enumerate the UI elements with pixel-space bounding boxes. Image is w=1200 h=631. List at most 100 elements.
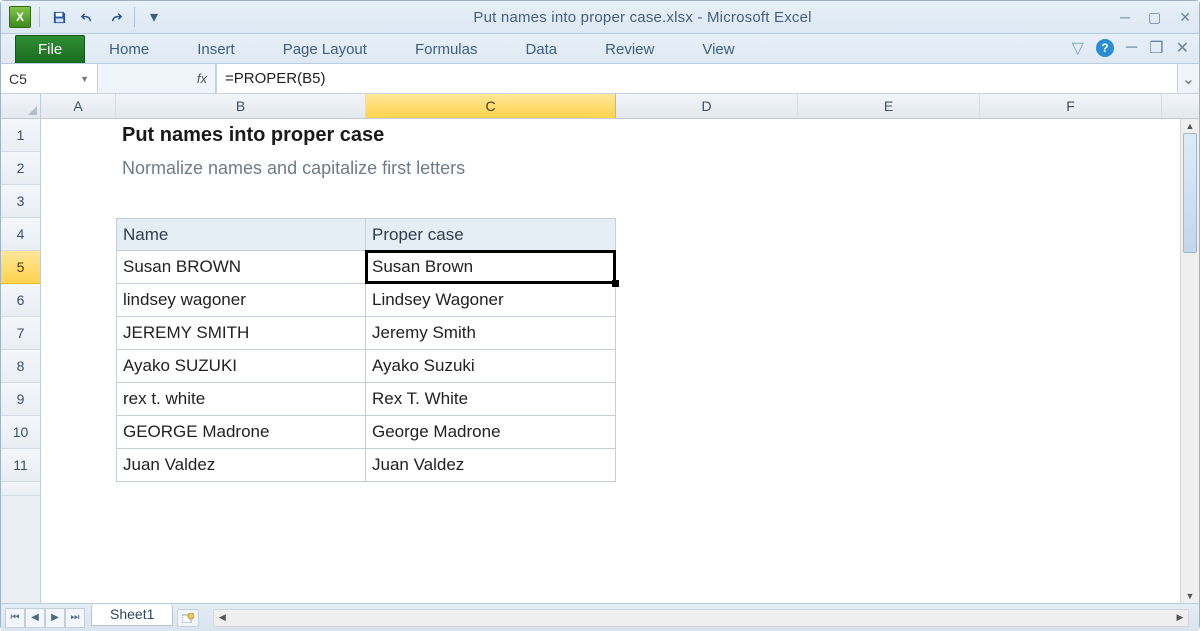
scroll-thumb[interactable]: [1183, 133, 1197, 253]
cell-A3[interactable]: [41, 185, 116, 218]
new-sheet-icon[interactable]: [177, 609, 199, 627]
row-header-6[interactable]: 6: [1, 284, 40, 317]
cell-C11[interactable]: Juan Valdez: [366, 449, 616, 482]
tab-page-layout[interactable]: Page Layout: [259, 36, 391, 63]
cell-B6[interactable]: lindsey wagoner: [116, 284, 366, 317]
cell-C9[interactable]: Rex T. White: [366, 383, 616, 416]
excel-app-icon[interactable]: X: [9, 6, 31, 28]
tab-data[interactable]: Data: [501, 36, 581, 63]
cell-B7[interactable]: JEREMY SMITH: [116, 317, 366, 350]
column-header-F[interactable]: F: [980, 94, 1162, 118]
column-header-C[interactable]: C: [366, 94, 616, 118]
cell-A9[interactable]: [41, 383, 116, 416]
row-header-3[interactable]: 3: [1, 185, 40, 218]
sheet-tab-active[interactable]: Sheet1: [91, 604, 173, 626]
vertical-scrollbar[interactable]: ▲ ▼: [1180, 119, 1199, 603]
cell-D2[interactable]: [616, 152, 798, 185]
cell-C5[interactable]: Susan Brown: [366, 251, 616, 284]
cell-F10[interactable]: [980, 416, 1162, 449]
cell-F1[interactable]: [980, 119, 1162, 152]
formula-expand-icon[interactable]: ⌄: [1177, 64, 1199, 93]
column-header-D[interactable]: D: [616, 94, 798, 118]
maximize-icon[interactable]: ▢: [1148, 9, 1161, 26]
cell-E7[interactable]: [798, 317, 980, 350]
sheet-last-icon[interactable]: ⏭: [65, 608, 85, 628]
cell-B4[interactable]: Name: [116, 218, 366, 251]
row-header-9[interactable]: 9: [1, 383, 40, 416]
column-header-E[interactable]: E: [798, 94, 980, 118]
tab-review[interactable]: Review: [581, 36, 678, 63]
window-restore-icon[interactable]: ❐: [1149, 38, 1163, 58]
cell-C7[interactable]: Jeremy Smith: [366, 317, 616, 350]
cell-C6[interactable]: Lindsey Wagoner: [366, 284, 616, 317]
tab-home[interactable]: Home: [85, 36, 173, 63]
cell-A6[interactable]: [41, 284, 116, 317]
cell-D10[interactable]: [616, 416, 798, 449]
sheet-first-icon[interactable]: ⏮: [5, 608, 25, 628]
fill-handle[interactable]: [612, 280, 619, 287]
cell-A1[interactable]: [41, 119, 116, 152]
redo-icon[interactable]: [104, 6, 126, 28]
close-icon[interactable]: ✕: [1179, 9, 1191, 26]
sheet-prev-icon[interactable]: ◀: [25, 608, 45, 628]
row-header-10[interactable]: 10: [1, 416, 40, 449]
cell-B5[interactable]: Susan BROWN: [116, 251, 366, 284]
cell-F11[interactable]: [980, 449, 1162, 482]
cell-A2[interactable]: [41, 152, 116, 185]
row-header-1[interactable]: 1: [1, 119, 40, 152]
cell-A11[interactable]: [41, 449, 116, 482]
cell-C10[interactable]: George Madrone: [366, 416, 616, 449]
cell-E6[interactable]: [798, 284, 980, 317]
cell-C2[interactable]: [366, 152, 616, 185]
cell-D11[interactable]: [616, 449, 798, 482]
cell-F4[interactable]: [980, 218, 1162, 251]
file-tab[interactable]: File: [15, 35, 85, 63]
cell-A7[interactable]: [41, 317, 116, 350]
cell-B11[interactable]: Juan Valdez: [116, 449, 366, 482]
cell-E4[interactable]: [798, 218, 980, 251]
tab-view[interactable]: View: [678, 36, 758, 63]
tab-formulas[interactable]: Formulas: [391, 36, 502, 63]
cell-E3[interactable]: [798, 185, 980, 218]
row-header-4[interactable]: 4: [1, 218, 40, 251]
row-header-8[interactable]: 8: [1, 350, 40, 383]
cell-C8[interactable]: Ayako Suzuki: [366, 350, 616, 383]
cell-F9[interactable]: [980, 383, 1162, 416]
cell-F7[interactable]: [980, 317, 1162, 350]
cell-D6[interactable]: [616, 284, 798, 317]
tab-insert[interactable]: Insert: [173, 36, 259, 63]
ribbon-minimize-icon[interactable]: ▽: [1072, 38, 1084, 58]
column-header-A[interactable]: A: [41, 94, 116, 118]
cell-F2[interactable]: [980, 152, 1162, 185]
cell-B9[interactable]: rex t. white: [116, 383, 366, 416]
cell-D4[interactable]: [616, 218, 798, 251]
window-close-icon[interactable]: ✕: [1176, 38, 1189, 58]
cell-D1[interactable]: [616, 119, 798, 152]
cell-D8[interactable]: [616, 350, 798, 383]
name-box[interactable]: C5▼: [1, 64, 98, 93]
cell-E2[interactable]: [798, 152, 980, 185]
row-header-2[interactable]: 2: [1, 152, 40, 185]
cell-E5[interactable]: [798, 251, 980, 284]
cell-C4[interactable]: Proper case: [366, 218, 616, 251]
cell-E9[interactable]: [798, 383, 980, 416]
row-header-7[interactable]: 7: [1, 317, 40, 350]
row-header-11[interactable]: 11: [1, 449, 40, 482]
column-header-B[interactable]: B: [116, 94, 366, 118]
cell-D7[interactable]: [616, 317, 798, 350]
cell-D3[interactable]: [616, 185, 798, 218]
minimize-icon[interactable]: ─: [1120, 9, 1130, 26]
cell-F6[interactable]: [980, 284, 1162, 317]
cell-D9[interactable]: [616, 383, 798, 416]
cell-C1[interactable]: [366, 119, 616, 152]
undo-icon[interactable]: [76, 6, 98, 28]
cell-E1[interactable]: [798, 119, 980, 152]
cell-B3[interactable]: [116, 185, 366, 218]
cell-C3[interactable]: [366, 185, 616, 218]
formula-input[interactable]: =PROPER(B5): [216, 64, 1177, 93]
cell-A8[interactable]: [41, 350, 116, 383]
cell-B8[interactable]: Ayako SUZUKI: [116, 350, 366, 383]
scroll-down-icon[interactable]: ▼: [1181, 589, 1199, 603]
cells-area[interactable]: Put names into proper caseNormalize name…: [41, 119, 1199, 482]
help-icon[interactable]: ?: [1096, 39, 1114, 57]
